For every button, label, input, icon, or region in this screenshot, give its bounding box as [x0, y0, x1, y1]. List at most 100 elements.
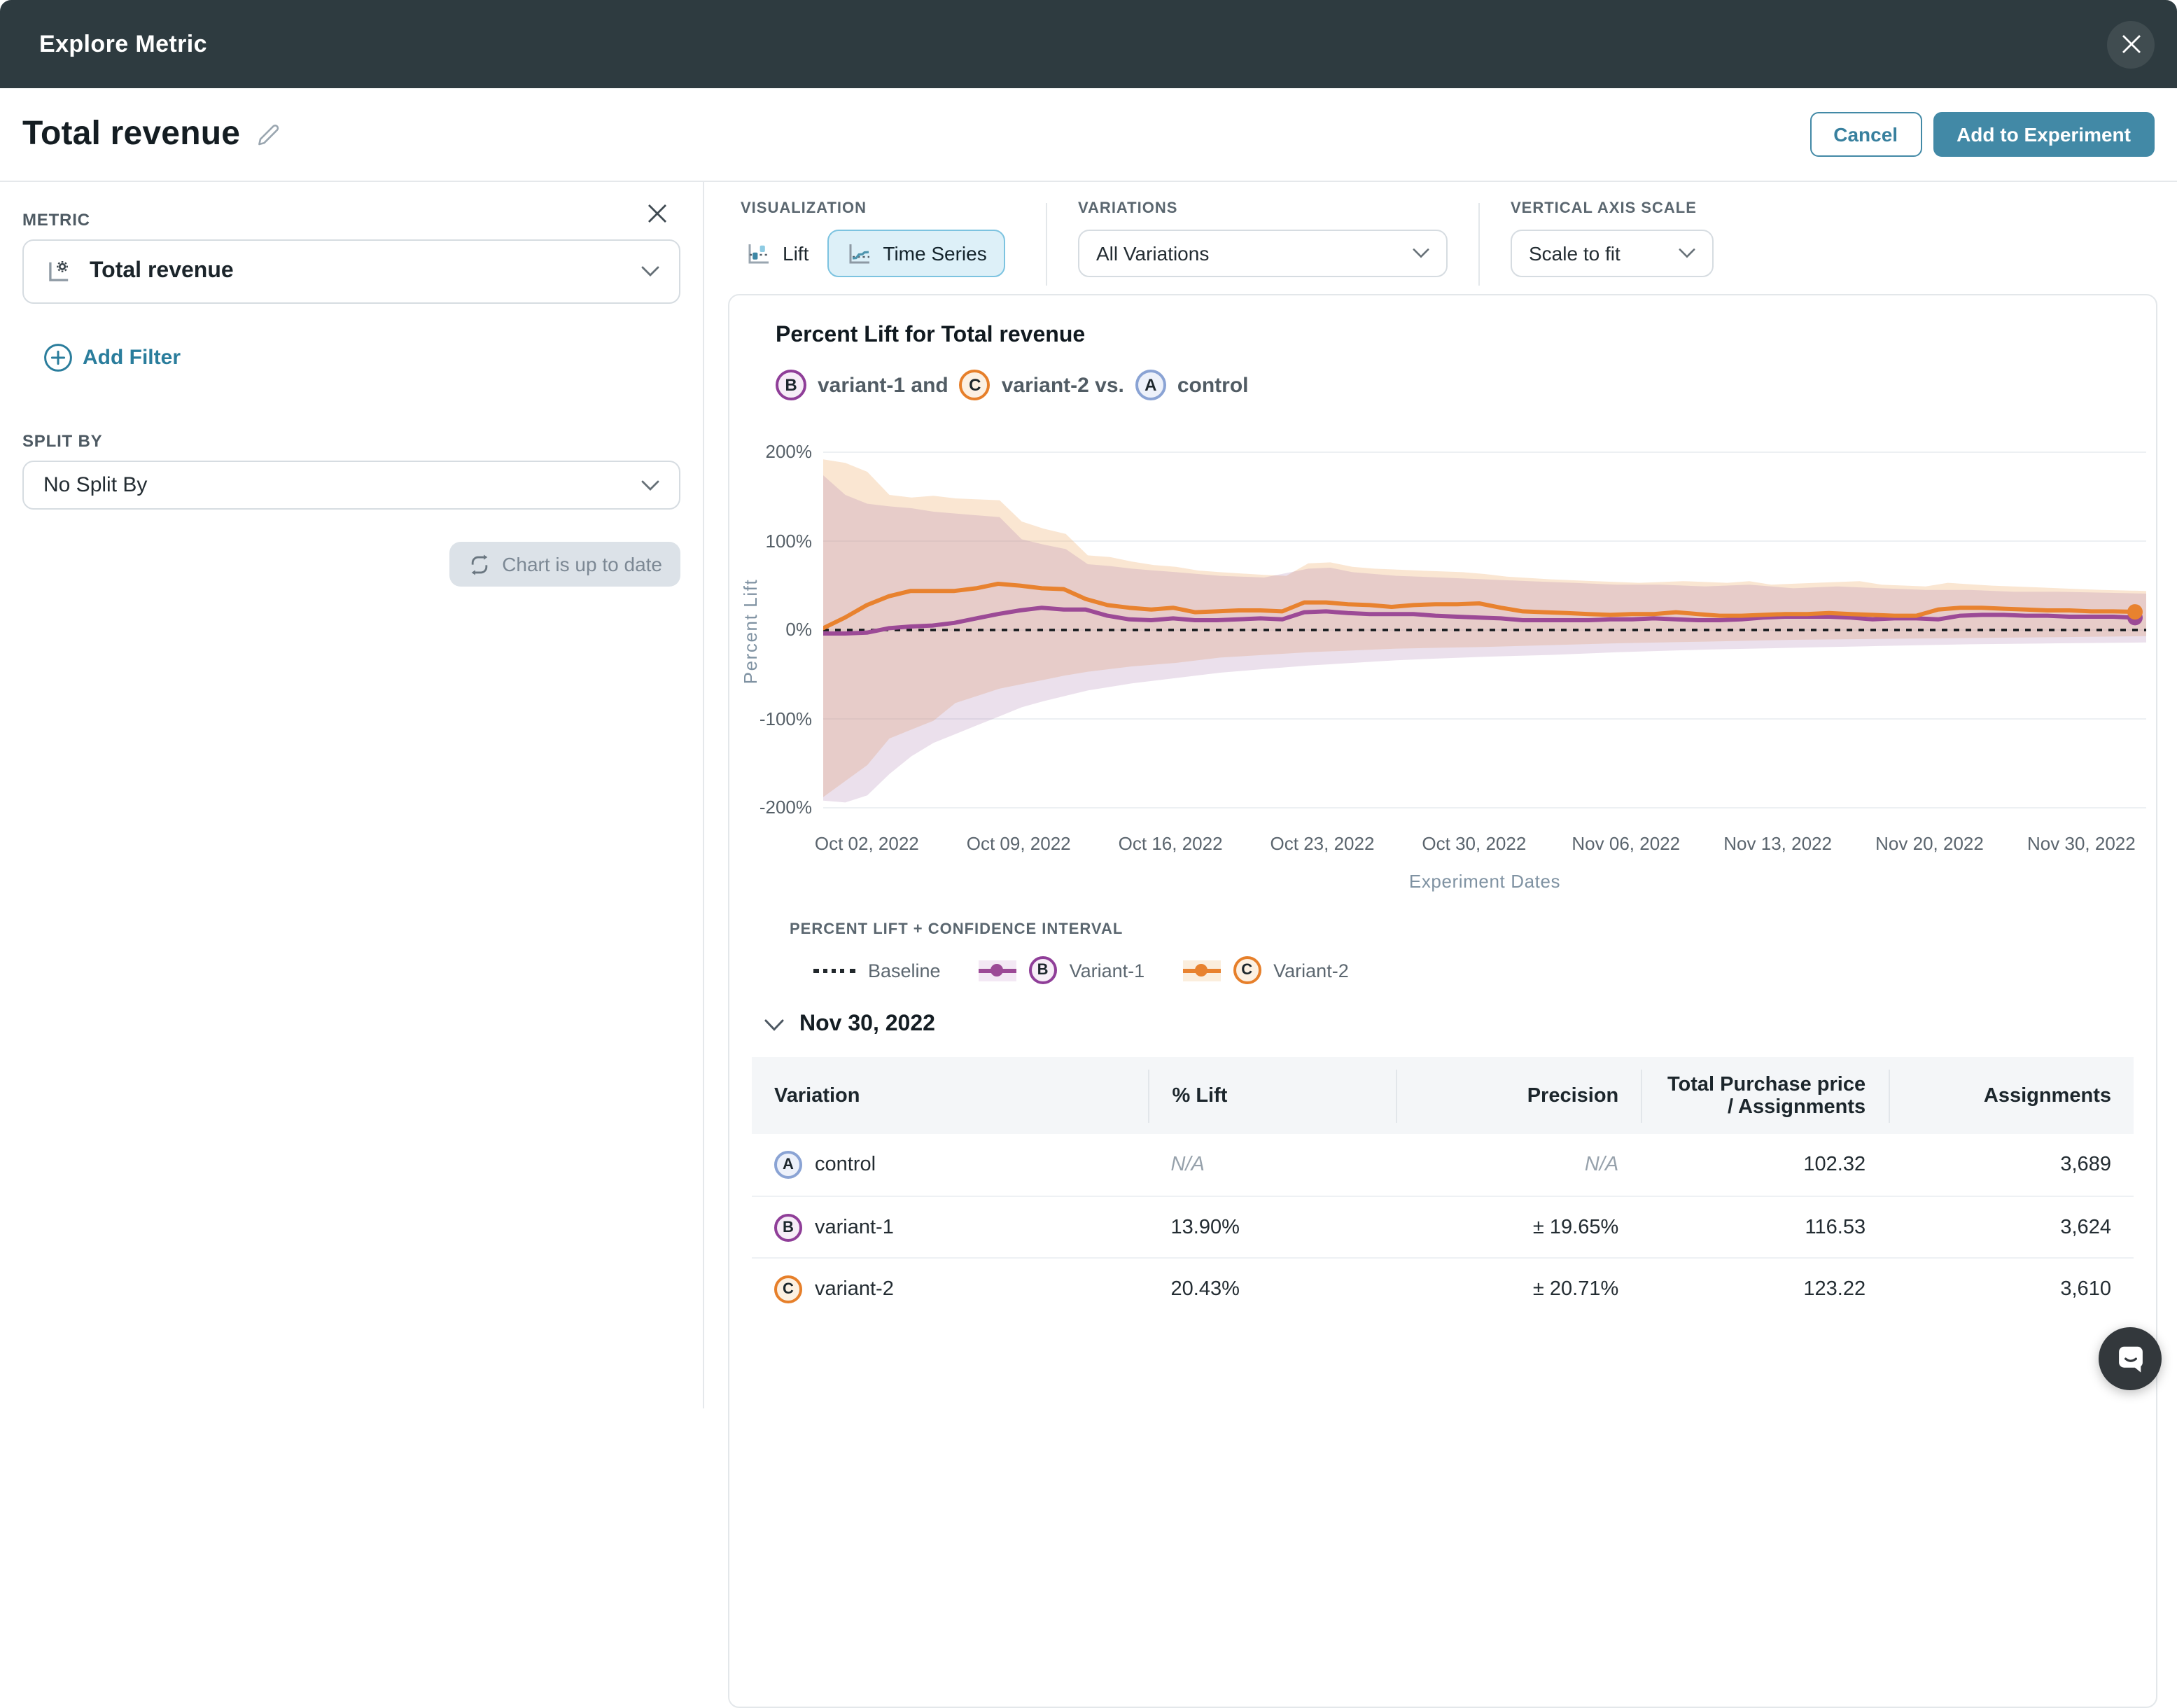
chevron-down-icon	[1679, 248, 1695, 259]
assignments-cell: 3,610	[1888, 1278, 2134, 1300]
time-series-view-toggle[interactable]: Time Series	[827, 230, 1004, 277]
modal-header: Explore Metric	[0, 0, 2177, 88]
x-tick-label: Oct 02, 2022	[815, 833, 919, 854]
y-tick-label: 100%	[731, 530, 812, 551]
edit-pencil-icon[interactable]	[253, 120, 282, 149]
axis-scale-select[interactable]: Scale to fit	[1511, 230, 1714, 277]
add-to-experiment-button[interactable]: Add to Experiment	[1933, 112, 2155, 157]
x-tick-label: Oct 23, 2022	[1270, 833, 1375, 854]
close-icon	[2120, 34, 2141, 55]
metric-gear-icon	[43, 256, 74, 287]
x-tick-label: Oct 16, 2022	[1119, 833, 1223, 854]
precision-cell: ± 20.71%	[1395, 1278, 1641, 1300]
variation-name: control	[815, 1154, 876, 1176]
refresh-status-label: Chart is up to date	[502, 553, 662, 575]
precision-cell: ± 19.65%	[1395, 1216, 1641, 1238]
variations-value: All Variations	[1096, 242, 1209, 265]
visualization-label: VISUALIZATION	[741, 200, 1015, 217]
value-per-assignment-cell: 102.32	[1641, 1154, 1888, 1176]
x-tick-label: Nov 20, 2022	[1875, 833, 1984, 854]
variation-name: variant-1	[815, 1216, 894, 1238]
modal-body: METRIC Total revenue	[0, 182, 2177, 1408]
column-header: Precision	[1395, 1069, 1641, 1122]
y-tick-label: 0%	[731, 619, 812, 640]
baseline-swatch-icon	[813, 968, 855, 972]
legend-item-baseline: Baseline	[813, 960, 941, 981]
chart-subtitle: Bvariant-1 and Cvariant-2 vs. Acontrol	[776, 370, 2156, 400]
cancel-button[interactable]: Cancel	[1809, 112, 1921, 157]
table-row[interactable]: Cvariant-220.43%± 20.71%123.223,610	[752, 1257, 2134, 1319]
lift-cell: 20.43%	[1149, 1278, 1396, 1300]
subtitle-text: control	[1177, 373, 1249, 397]
column-header: % Lift	[1149, 1069, 1396, 1122]
add-filter-label: Add Filter	[83, 346, 181, 370]
legend-label: Variant-2	[1273, 960, 1349, 981]
chart-refresh-status-button[interactable]: Chart is up to date	[449, 542, 680, 587]
time-series-toggle-label: Time Series	[883, 242, 986, 265]
modal-close-button[interactable]	[2107, 20, 2155, 68]
variant-badge-C: C	[774, 1275, 802, 1303]
assignments-cell: 3,624	[1888, 1216, 2134, 1238]
precision-cell: N/A	[1395, 1154, 1641, 1176]
sidebar-close-button[interactable]	[647, 203, 668, 224]
date-detail-toggle[interactable]: Nov 30, 2022	[764, 1012, 2156, 1037]
subtitle-text: variant-1 and	[818, 373, 948, 397]
variant-badge-A: A	[1135, 370, 1166, 400]
chevron-down-icon	[641, 479, 659, 491]
variations-group: VARIATIONS All Variations	[1078, 200, 1448, 294]
chart-legend: Baseline B Variant-1 CVariant-2	[813, 956, 2156, 984]
controls-divider	[1046, 203, 1047, 286]
series-swatch-icon	[979, 960, 1016, 981]
y-tick-label: -100%	[731, 708, 812, 729]
x-axis-ticks: Oct 02, 2022Oct 09, 2022Oct 16, 2022Oct …	[823, 833, 2146, 857]
chart-title: Percent Lift for Total revenue	[776, 323, 2156, 349]
chart-panel: VISUALIZATION Lift	[704, 182, 2177, 1408]
column-header: Variation	[752, 1069, 1149, 1122]
subtitle-text: variant-2 vs.	[1002, 373, 1124, 397]
swatch-dot	[991, 964, 1004, 976]
legend-label: Baseline	[868, 960, 941, 981]
axis-scale-label: VERTICAL AXIS SCALE	[1511, 200, 1714, 217]
plus-circle-icon	[43, 343, 73, 372]
refresh-icon	[467, 552, 491, 576]
legend-label: Variant-1	[1070, 960, 1145, 981]
table-header-row: Variation% LiftPrecisionTotal Purchase p…	[752, 1057, 2134, 1134]
title-row: Total revenue Cancel Add to Experiment	[0, 88, 2177, 182]
title-actions: Cancel Add to Experiment	[1809, 112, 2155, 157]
split-by-value: No Split By	[43, 473, 147, 497]
chevron-down-icon	[641, 266, 659, 277]
lift-cell: 13.90%	[1149, 1216, 1396, 1238]
support-chat-button[interactable]	[2099, 1327, 2162, 1390]
lift-chart-icon	[745, 239, 773, 267]
split-by-select[interactable]: No Split By	[22, 461, 680, 510]
legend-item-variant-2: CVariant-2	[1182, 956, 1349, 984]
table-row[interactable]: AcontrolN/AN/A102.323,689	[752, 1134, 2134, 1196]
close-icon	[647, 203, 668, 224]
x-tick-label: Oct 09, 2022	[967, 833, 1071, 854]
variant-badge-B: B	[1029, 956, 1057, 984]
metric-select[interactable]: Total revenue	[22, 239, 680, 304]
page-title: Total revenue	[22, 115, 240, 154]
swatch-dot	[1195, 964, 1208, 976]
lift-cell: N/A	[1149, 1154, 1396, 1176]
add-filter-button[interactable]: Add Filter	[43, 343, 680, 372]
variant-badge-A: A	[774, 1151, 802, 1179]
legend-item-variant-1: B Variant-1	[979, 956, 1145, 984]
y-tick-label: 200%	[731, 441, 812, 462]
variant-badge-B: B	[776, 370, 806, 400]
x-tick-label: Nov 30, 2022	[2027, 833, 2136, 854]
lift-toggle-label: Lift	[783, 242, 808, 265]
x-tick-label: Nov 13, 2022	[1723, 833, 1832, 854]
variant-badge-C: C	[960, 370, 990, 400]
plot-svg	[823, 442, 2146, 820]
variation-name: variant-2	[815, 1278, 894, 1300]
lift-time-series-chart[interactable]: Percent Lift Oct 02, 2022Oct 09, 2022Oct…	[823, 442, 2146, 857]
value-per-assignment-cell: 116.53	[1641, 1216, 1888, 1238]
chat-icon	[2112, 1340, 2148, 1377]
table-row[interactable]: Bvariant-113.90%± 19.65%116.533,624	[752, 1196, 2134, 1257]
results-table: Variation% LiftPrecisionTotal Purchase p…	[752, 1057, 2134, 1319]
variation-cell: Cvariant-2	[752, 1275, 1149, 1303]
lift-view-toggle[interactable]: Lift	[741, 230, 821, 277]
variations-select[interactable]: All Variations	[1078, 230, 1448, 277]
controls-divider	[1478, 203, 1480, 286]
